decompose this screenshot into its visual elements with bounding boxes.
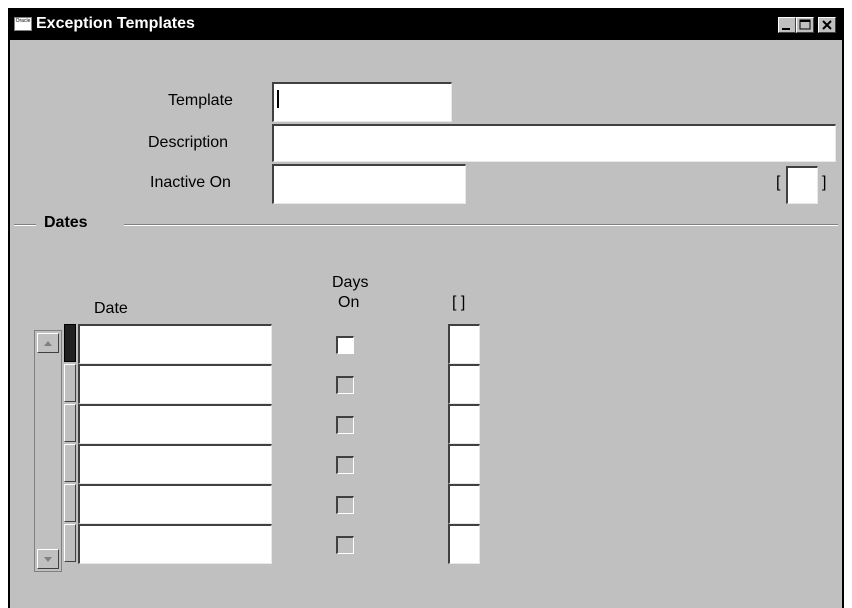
record-indicator[interactable]	[64, 484, 76, 522]
title-bar[interactable]: Oracle Exception Templates	[10, 8, 842, 40]
days-on-checkbox[interactable]	[336, 496, 354, 514]
scroll-down-icon	[44, 557, 52, 562]
scroll-up-button[interactable]	[37, 333, 59, 353]
flex-column-header: [ ]	[452, 294, 466, 311]
oracle-app-icon[interactable]: Oracle	[14, 17, 32, 31]
row-flexfield[interactable]	[448, 484, 480, 524]
row-flexfield[interactable]	[448, 444, 480, 484]
record-indicator-current[interactable]	[64, 324, 76, 362]
days-on-checkbox[interactable]	[336, 416, 354, 434]
dates-scrollbar[interactable]	[34, 330, 62, 572]
maximize-button[interactable]	[796, 17, 814, 33]
text-cursor	[277, 90, 279, 108]
dates-section-title: Dates	[44, 214, 88, 231]
record-indicator[interactable]	[64, 524, 76, 562]
inactive-on-field[interactable]	[272, 164, 466, 204]
date-field[interactable]	[78, 444, 272, 484]
section-divider-right	[124, 224, 838, 226]
template-label: Template	[168, 92, 233, 109]
date-field[interactable]	[78, 404, 272, 444]
days-on-header-line2: On	[338, 294, 360, 311]
description-field[interactable]	[272, 124, 836, 162]
scroll-up-icon	[44, 341, 52, 346]
record-indicator[interactable]	[64, 364, 76, 402]
date-field[interactable]	[78, 524, 272, 564]
days-on-checkbox[interactable]	[336, 336, 354, 354]
template-field[interactable]	[272, 82, 452, 122]
section-divider-left	[14, 224, 36, 226]
date-field[interactable]	[78, 364, 272, 404]
description-label: Description	[148, 134, 229, 151]
days-on-header-line1: Days	[332, 274, 369, 291]
row-flexfield[interactable]	[448, 524, 480, 564]
row-flexfield[interactable]	[448, 364, 480, 404]
flex-bracket-open: [	[776, 174, 781, 191]
close-icon	[822, 20, 832, 30]
close-button[interactable]	[818, 17, 836, 33]
exception-templates-window: Oracle Exception Templates Template Desc…	[8, 8, 844, 608]
days-on-checkbox[interactable]	[336, 456, 354, 474]
days-on-checkbox[interactable]	[336, 376, 354, 394]
descriptive-flexfield[interactable]	[786, 166, 818, 204]
minimize-icon	[782, 28, 790, 30]
flex-bracket-close: ]	[822, 174, 827, 191]
date-column-header: Date	[94, 300, 128, 317]
minimize-button[interactable]	[778, 17, 796, 33]
row-flexfield[interactable]	[448, 324, 480, 364]
scroll-down-button[interactable]	[37, 549, 59, 569]
date-field[interactable]	[78, 484, 272, 524]
inactive-on-label: Inactive On	[150, 174, 231, 191]
window-title: Exception Templates	[36, 15, 195, 32]
record-indicator[interactable]	[64, 444, 76, 482]
days-on-checkbox[interactable]	[336, 536, 354, 554]
row-flexfield[interactable]	[448, 404, 480, 444]
maximize-icon	[799, 19, 811, 30]
record-indicator[interactable]	[64, 404, 76, 442]
date-field[interactable]	[78, 324, 272, 364]
